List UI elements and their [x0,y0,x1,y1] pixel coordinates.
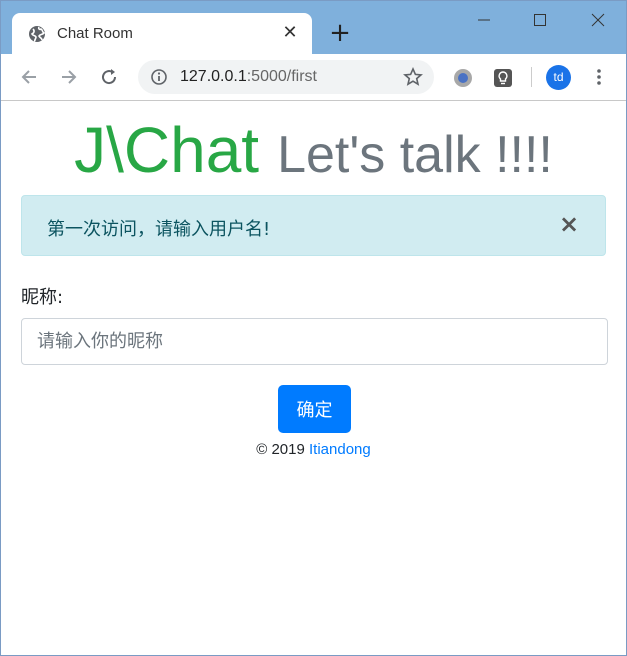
close-window-icon[interactable] [583,9,613,31]
title-bar: Chat Room ✕ + [1,1,626,55]
page-header: J\Chat Let's talk !!!! [1,113,626,187]
tab-chat-room[interactable]: Chat Room ✕ [12,13,312,55]
brand-logo-text: J\Chat [74,114,260,186]
page-content: J\Chat Let's talk !!!! 第一次访问，请输入用户名! × 昵称… [1,101,626,655]
close-tab-icon[interactable]: ✕ [280,23,300,43]
extension-record-icon[interactable] [453,68,473,88]
footer: © 2019 Itiandong [1,441,626,458]
reload-icon[interactable] [99,67,119,87]
nickname-input[interactable] [21,318,608,365]
browser-window: Chat Room ✕ + 127.0.0.1:5000/first td J\… [0,0,627,656]
globe-icon [29,26,46,42]
forward-arrow-icon[interactable] [59,67,79,87]
info-icon[interactable] [150,68,168,86]
toolbar-divider [531,67,532,87]
author-link[interactable]: Itiandong [309,441,371,458]
menu-icon[interactable] [589,67,609,87]
alert-message: 第一次访问，请输入用户名! [47,219,271,240]
tab-title: Chat Room [57,25,133,42]
alert-close-icon[interactable]: × [559,212,579,236]
profile-avatar[interactable]: td [546,65,571,90]
minimize-icon[interactable] [469,9,499,31]
info-alert: 第一次访问，请输入用户名! × [21,195,606,256]
new-tab-button[interactable]: + [328,20,352,46]
tagline: Let's talk !!!! [277,126,553,184]
address-bar[interactable]: 127.0.0.1:5000/first [138,60,434,94]
copyright-text: © 2019 [256,441,305,458]
url-path: :5000/first [246,68,317,85]
star-icon[interactable] [403,67,423,87]
url-host: 127.0.0.1 [180,68,247,85]
back-arrow-icon[interactable] [19,67,39,87]
extension-lightbulb-icon[interactable] [493,68,513,88]
browser-toolbar: 127.0.0.1:5000/first td [1,54,626,101]
nickname-label: 昵称: [21,287,64,308]
confirm-button[interactable]: 确定 [278,385,351,433]
maximize-icon[interactable] [525,9,555,31]
url-text[interactable]: 127.0.0.1:5000/first [180,68,317,86]
